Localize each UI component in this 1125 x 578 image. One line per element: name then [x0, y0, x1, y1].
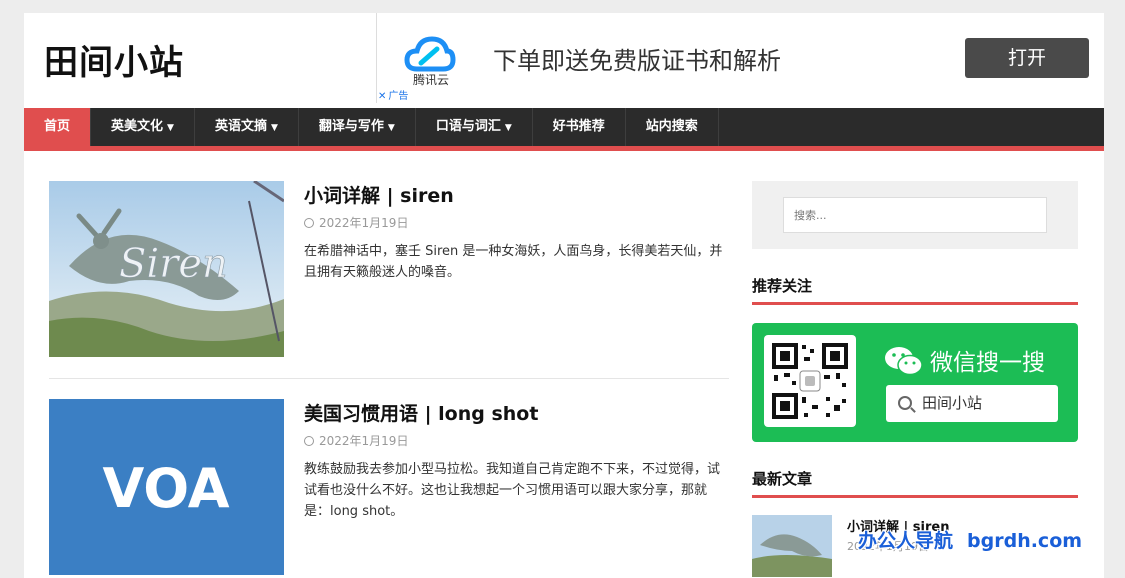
post-title[interactable]: 美国习惯用语 | long shot [304, 399, 538, 426]
ad-brand: 腾讯云 [413, 73, 450, 87]
post-item: Siren 小词详解 | siren 2022年1月19日 在希腊神话中，塞壬 … [49, 181, 729, 357]
chevron-down-icon: ▼ [387, 123, 395, 133]
ad-badge[interactable]: ✕ 广告 [378, 87, 408, 102]
main-nav: 首页 英美文化 ▼ 英语文摘 ▼ 翻译与写作 ▼ 口语与词汇 ▼ 好书推荐 站内搜索 [24, 108, 1104, 151]
widget-title-recent: 最新文章 [752, 468, 1078, 498]
post-title[interactable]: 小词详解 | siren [304, 181, 454, 208]
image-caption: VOA [102, 457, 229, 520]
post-thumbnail[interactable]: VOA [49, 399, 284, 575]
nav-item-culture[interactable]: 英美文化 ▼ [91, 108, 195, 146]
ad-close-icon[interactable]: ✕ [378, 91, 386, 102]
post-date: 2022年1月19日 [304, 432, 408, 449]
post-excerpt: 教练鼓励我去参加小型马拉松。我知道自己肯定跑不下来，不过觉得，试试看也没什么不好… [304, 462, 721, 519]
nav-item-speaking[interactable]: 口语与词汇 ▼ [416, 108, 533, 146]
nav-item-home[interactable]: 首页 [24, 108, 92, 146]
widget-title-recommend: 推荐关注 [752, 275, 1078, 305]
chevron-down-icon: ▼ [270, 123, 278, 133]
ad-open-button[interactable]: 打开 [965, 38, 1089, 78]
sidebar-search-widget [752, 181, 1078, 249]
siren-statue-image: Siren [49, 181, 284, 357]
ad-banner[interactable]: 腾讯云 下单即送免费版证书和解析 打开 ✕ 广告 [376, 13, 1104, 103]
search-input[interactable] [783, 197, 1047, 233]
wechat-search-field[interactable]: 田间小站 [886, 385, 1058, 422]
nav-item-translation[interactable]: 翻译与写作 ▼ [299, 108, 416, 146]
header: 田间小站 腾讯云 下单即送免费版证书和解析 打开 ✕ 广告 [24, 13, 1104, 108]
post-thumbnail[interactable]: Siren [49, 181, 284, 357]
nav-item-search[interactable]: 站内搜索 [626, 108, 719, 146]
clock-icon [304, 436, 314, 446]
wechat-search-banner[interactable]: 微信搜一搜 田间小站 [752, 323, 1078, 442]
search-icon [898, 396, 912, 410]
image-caption: Siren [119, 241, 228, 287]
post-item: VOA 美国习惯用语 | long shot 2022年1月19日 教练鼓励我去… [49, 399, 729, 575]
voa-logo-image: VOA [49, 399, 284, 575]
recent-post-thumbnail[interactable] [752, 515, 832, 577]
chevron-down-icon: ▼ [167, 123, 174, 133]
ad-badge-label: 广告 [388, 91, 409, 102]
ad-headline[interactable]: 下单即送免费版证书和解析 [493, 41, 781, 76]
clock-icon [304, 218, 314, 228]
wechat-search-title: 微信搜一搜 [930, 350, 1045, 376]
post-date: 2022年1月19日 [304, 214, 408, 231]
site-title[interactable]: 田间小站 [44, 35, 184, 84]
nav-item-digest[interactable]: 英语文摘 ▼ [195, 108, 299, 146]
watermark: 办公人导航 bgrdh.com [858, 530, 1083, 552]
chevron-down-icon: ▼ [504, 123, 512, 133]
nav-item-books[interactable]: 好书推荐 [533, 108, 626, 146]
page: 田间小站 腾讯云 下单即送免费版证书和解析 打开 ✕ 广告 首页 英美文化 ▼ 英语… [24, 13, 1104, 578]
qr-code-icon [764, 335, 856, 427]
post-divider [49, 378, 729, 379]
post-excerpt: 在希腊神话中，塞壬 Siren 是一种女海妖，人面鸟身，长得美若天仙，并且拥有天… [304, 244, 723, 280]
wechat-icon [885, 347, 923, 376]
